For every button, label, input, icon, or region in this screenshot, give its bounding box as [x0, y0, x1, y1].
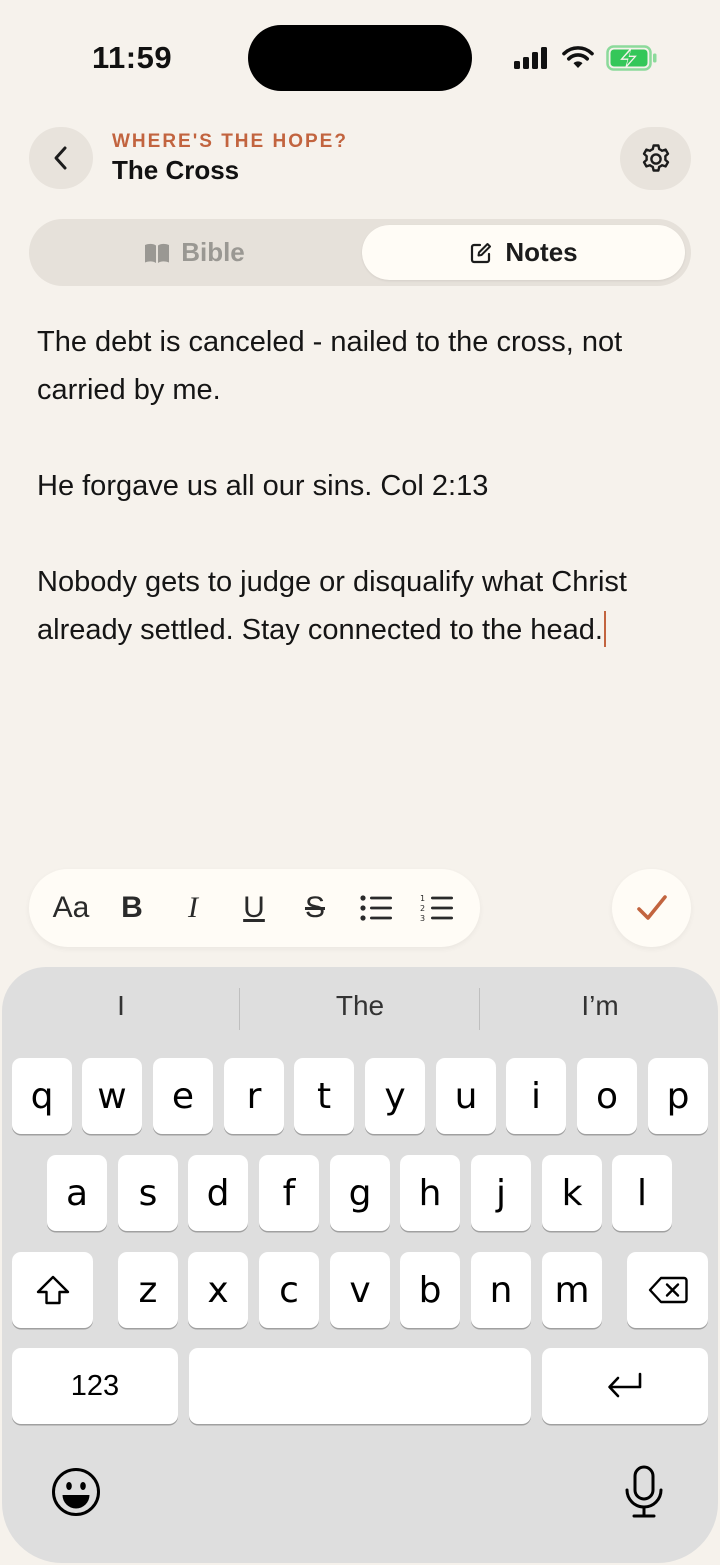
- emoji-icon: [52, 1468, 100, 1516]
- settings-button[interactable]: [620, 127, 691, 190]
- key-l[interactable]: l: [612, 1155, 672, 1231]
- status-icons: [514, 42, 658, 74]
- done-button[interactable]: [612, 869, 691, 947]
- bullet-list-button[interactable]: [348, 869, 404, 947]
- suggestion-2[interactable]: The: [241, 990, 479, 1022]
- underline-button[interactable]: U: [226, 869, 282, 947]
- key-i[interactable]: i: [506, 1058, 566, 1134]
- key-c[interactable]: c: [259, 1252, 319, 1328]
- microphone-button[interactable]: [622, 1464, 666, 1520]
- wifi-icon: [562, 46, 594, 68]
- header-kicker: WHERE'S THE HOPE?: [112, 131, 348, 152]
- key-k[interactable]: k: [542, 1155, 602, 1231]
- key-z[interactable]: z: [118, 1252, 178, 1328]
- svg-text:1: 1: [420, 894, 425, 903]
- svg-text:2: 2: [420, 904, 425, 913]
- tab-notes[interactable]: Notes: [362, 225, 685, 280]
- key-w[interactable]: w: [82, 1058, 142, 1134]
- key-v[interactable]: v: [330, 1252, 390, 1328]
- tab-bible[interactable]: Bible: [29, 219, 359, 286]
- strikethrough-button[interactable]: S: [287, 869, 343, 947]
- numbered-list-icon: 1 2 3: [420, 894, 453, 923]
- key-j[interactable]: j: [471, 1155, 531, 1231]
- book-icon: [145, 243, 170, 263]
- key-x[interactable]: x: [188, 1252, 248, 1328]
- key-t[interactable]: t: [294, 1058, 354, 1134]
- italic-button[interactable]: I: [165, 869, 221, 947]
- dynamic-island: [248, 25, 472, 91]
- text-style-button[interactable]: Aa: [43, 869, 99, 947]
- note-paragraph: He forgave us all our sins. Col 2:13: [37, 470, 489, 502]
- key-r[interactable]: r: [224, 1058, 284, 1134]
- key-u[interactable]: u: [436, 1058, 496, 1134]
- note-paragraph: The debt is canceled - nailed to the cro…: [37, 326, 623, 406]
- return-icon: [608, 1372, 642, 1398]
- key-o[interactable]: o: [577, 1058, 637, 1134]
- numbered-list-button[interactable]: 1 2 3: [409, 869, 465, 947]
- cellular-signal-icon: [514, 47, 547, 69]
- emoji-button[interactable]: [50, 1466, 102, 1518]
- strikethrough-label: S: [304, 891, 325, 924]
- return-key[interactable]: [542, 1348, 708, 1424]
- bold-button[interactable]: B: [104, 869, 160, 947]
- tab-bible-label: Bible: [181, 237, 245, 267]
- bold-label: B: [121, 891, 143, 924]
- note-editor[interactable]: The debt is canceled - nailed to the cro…: [37, 318, 687, 654]
- note-paragraph: Nobody gets to judge or disqualify what …: [37, 558, 687, 654]
- compose-icon: [471, 242, 492, 263]
- delete-icon: [648, 1276, 688, 1304]
- italic-label: I: [188, 891, 198, 924]
- space-key[interactable]: [189, 1348, 531, 1424]
- suggestion-3[interactable]: I’m: [481, 990, 719, 1022]
- key-q[interactable]: q: [12, 1058, 72, 1134]
- key-n[interactable]: n: [471, 1252, 531, 1328]
- key-m[interactable]: m: [542, 1252, 602, 1328]
- status-time: 11:59: [92, 40, 173, 75]
- key-y[interactable]: y: [365, 1058, 425, 1134]
- tab-notes-label: Notes: [505, 237, 578, 267]
- key-b[interactable]: b: [400, 1252, 460, 1328]
- note-paragraph-text: Nobody gets to judge or disqualify what …: [37, 566, 627, 646]
- svg-text:3: 3: [420, 914, 425, 923]
- suggestion-1[interactable]: I: [2, 990, 240, 1022]
- key-s[interactable]: s: [118, 1155, 178, 1231]
- shift-icon: [36, 1275, 69, 1305]
- suggestion-divider: [239, 988, 240, 1030]
- format-toolbar: Aa B I U S 1 2 3: [29, 869, 480, 947]
- text-cursor: [603, 611, 606, 647]
- microphone-icon: [625, 1465, 663, 1518]
- underline-label: U: [243, 891, 265, 924]
- suggestion-divider: [479, 988, 480, 1030]
- key-f[interactable]: f: [259, 1155, 319, 1231]
- bullet-list-icon: [360, 895, 392, 921]
- checkmark-icon: [636, 895, 667, 920]
- battery-charging-icon: [606, 45, 657, 71]
- numbers-key[interactable]: 123: [12, 1348, 178, 1424]
- key-h[interactable]: h: [400, 1155, 460, 1231]
- delete-key[interactable]: [627, 1252, 708, 1328]
- gear-icon: [642, 143, 669, 172]
- key-a[interactable]: a: [47, 1155, 107, 1231]
- shift-key[interactable]: [12, 1252, 93, 1328]
- page-title: The Cross: [112, 155, 240, 185]
- back-button[interactable]: [29, 127, 93, 189]
- chevron-left-icon: [54, 146, 67, 170]
- key-g[interactable]: g: [330, 1155, 390, 1231]
- key-e[interactable]: e: [153, 1058, 213, 1134]
- key-d[interactable]: d: [188, 1155, 248, 1231]
- key-p[interactable]: p: [648, 1058, 708, 1134]
- text-style-label: Aa: [52, 891, 90, 924]
